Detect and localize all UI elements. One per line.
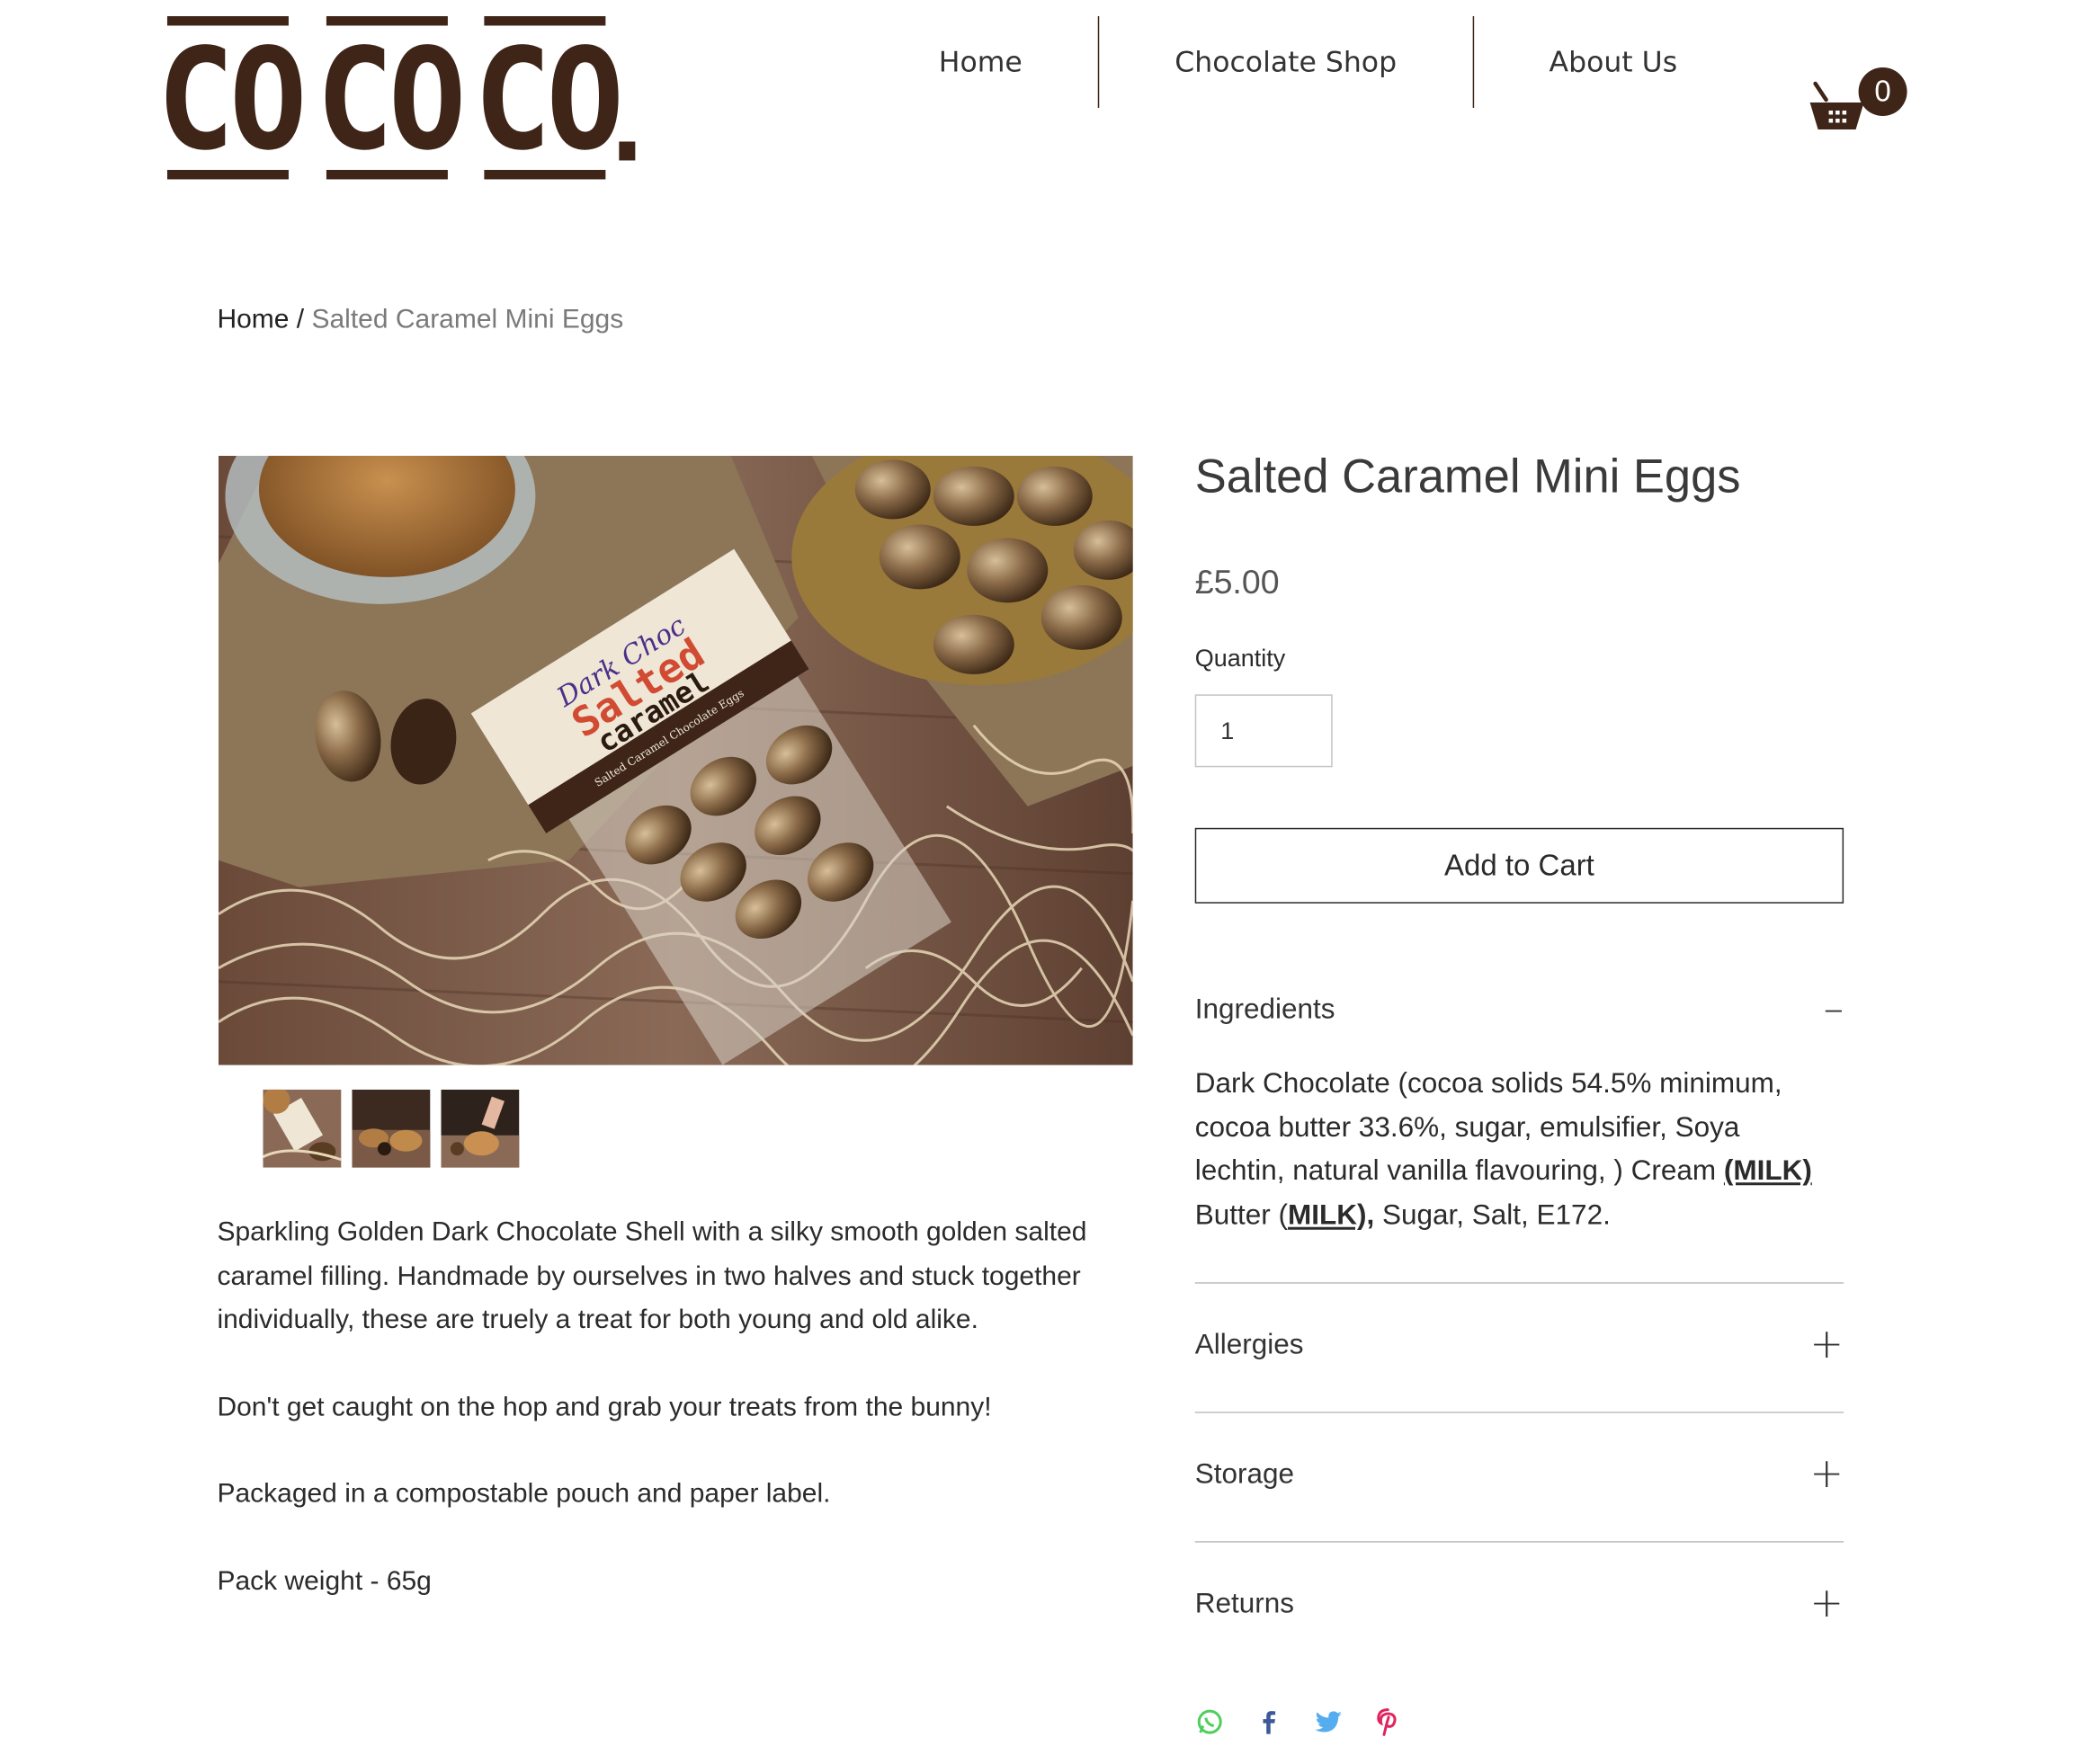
thumbnail-3[interactable] bbox=[441, 1089, 520, 1168]
logo-co-3: CO bbox=[473, 15, 624, 181]
cart-button[interactable]: 0 bbox=[1808, 67, 1910, 138]
nav-about-us[interactable]: About Us bbox=[1474, 16, 1754, 108]
product-main-image[interactable]: Dark Choc Salted caramel Salted Caramel … bbox=[218, 455, 1133, 1065]
ingredients-part: Sugar, Salt, E172. bbox=[1374, 1198, 1611, 1231]
product-description: Sparkling Golden Dark Chocolate Shell wi… bbox=[217, 1211, 1134, 1646]
accordion-divider bbox=[1194, 1541, 1844, 1543]
add-to-cart-button[interactable]: Add to Cart bbox=[1194, 827, 1844, 904]
share-bar bbox=[1195, 1707, 1403, 1737]
nav-home[interactable]: Home bbox=[863, 16, 1098, 108]
accordion-storage-header[interactable]: Storage + bbox=[1195, 1448, 1844, 1502]
whatsapp-icon[interactable] bbox=[1195, 1707, 1225, 1737]
expand-icon[interactable]: + bbox=[1809, 1583, 1844, 1625]
basket-icon bbox=[1809, 81, 1864, 129]
description-paragraph: Sparkling Golden Dark Chocolate Shell wi… bbox=[217, 1217, 1087, 1335]
accordion-divider bbox=[1194, 1282, 1844, 1284]
thumbnail-2[interactable] bbox=[352, 1089, 431, 1168]
facebook-icon[interactable] bbox=[1255, 1707, 1284, 1737]
accordion-title: Allergies bbox=[1194, 1329, 1304, 1361]
twitter-icon[interactable] bbox=[1314, 1707, 1344, 1737]
accordion-title: Storage bbox=[1194, 1458, 1295, 1491]
thumbnail-1[interactable] bbox=[263, 1089, 342, 1168]
quantity-input[interactable] bbox=[1194, 694, 1333, 768]
breadcrumb-current: Salted Caramel Mini Eggs bbox=[311, 304, 624, 334]
product-price: £5.00 bbox=[1194, 563, 1280, 601]
logo-period bbox=[619, 141, 636, 161]
accordion-title: Ingredients bbox=[1194, 993, 1335, 1025]
product-title: Salted Caramel Mini Eggs bbox=[1194, 450, 1741, 503]
description-paragraph: Packaged in a compostable pouch and pape… bbox=[217, 1479, 831, 1510]
collapse-icon[interactable]: – bbox=[1824, 989, 1844, 1030]
ingredients-part: Dark Chocolate (cocoa solids 54.5% minim… bbox=[1194, 1067, 1782, 1187]
main-nav: Home Chocolate Shop About Us bbox=[863, 15, 1754, 108]
accordion-allergies-header[interactable]: Allergies + bbox=[1195, 1319, 1844, 1373]
quantity-label: Quantity bbox=[1194, 644, 1286, 672]
accordion-ingredients-header[interactable]: Ingredients – bbox=[1195, 983, 1844, 1037]
allergen-milk: MILK), bbox=[1288, 1198, 1375, 1231]
nav-chocolate-shop[interactable]: Chocolate Shop bbox=[1099, 16, 1472, 108]
expand-icon[interactable]: + bbox=[1809, 1454, 1844, 1495]
logo-co-1: CO bbox=[156, 15, 308, 181]
accordion-returns-header[interactable]: Returns + bbox=[1195, 1578, 1844, 1632]
cart-count-badge: 0 bbox=[1858, 67, 1907, 116]
accordion-title: Returns bbox=[1194, 1588, 1295, 1620]
description-paragraph: Pack weight - 65g bbox=[217, 1565, 432, 1596]
thumbnail-strip bbox=[263, 1089, 520, 1168]
breadcrumb-separator: / bbox=[289, 304, 312, 334]
description-paragraph: Don't get caught on the hop and grab you… bbox=[217, 1392, 992, 1422]
brand-logo[interactable]: CO CO CO bbox=[156, 15, 653, 184]
ingredients-part: Butter ( bbox=[1194, 1198, 1289, 1231]
logo-co-2: CO bbox=[316, 15, 467, 181]
breadcrumb: Home / Salted Caramel Mini Eggs bbox=[217, 305, 623, 335]
allergen-milk: (MILK) bbox=[1723, 1155, 1812, 1187]
ingredients-text: Dark Chocolate (cocoa solids 54.5% minim… bbox=[1195, 1063, 1829, 1238]
breadcrumb-home[interactable]: Home bbox=[217, 305, 289, 334]
pinterest-icon[interactable] bbox=[1373, 1707, 1403, 1737]
expand-icon[interactable]: + bbox=[1809, 1324, 1844, 1366]
